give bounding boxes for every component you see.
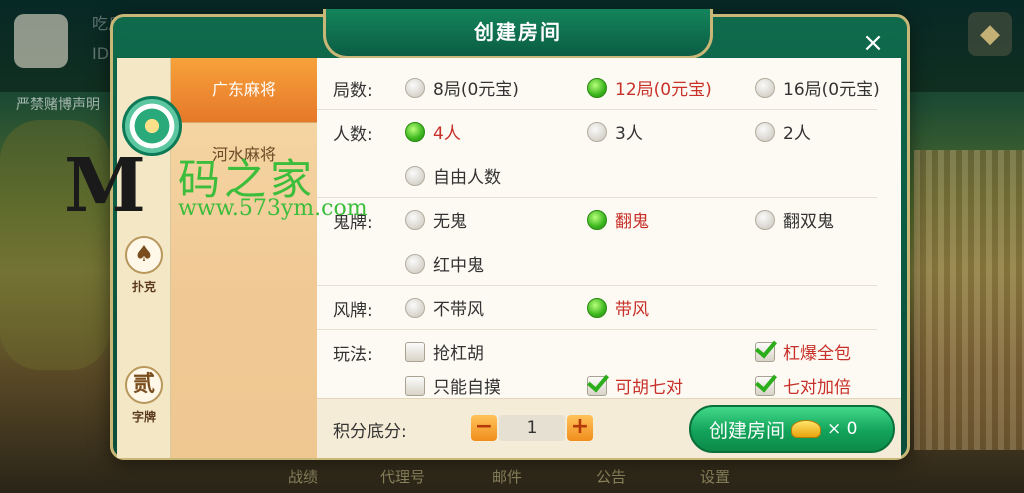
background-tree: [0, 120, 110, 370]
score-value: 1: [499, 415, 565, 441]
mahjong-icon[interactable]: [122, 96, 182, 156]
option-free-players[interactable]: 自由人数: [405, 163, 501, 188]
bottom-nav-agent[interactable]: 代理号: [380, 466, 425, 487]
radio-icon: [405, 209, 425, 230]
background-railing: [914, 150, 1024, 450]
option-12-rounds[interactable]: 12局(0元宝): [587, 75, 712, 100]
option-seven-pairs-double[interactable]: 七对加倍: [755, 373, 851, 398]
game-type-guangdong[interactable]: 广东麻将: [171, 58, 317, 122]
gold-ingot-icon: [791, 420, 822, 438]
radio-selected-icon: [587, 77, 607, 98]
checkbox-icon: [405, 375, 425, 396]
radio-selected-icon: [587, 297, 607, 318]
option-no-wind[interactable]: 不带风: [405, 295, 484, 320]
player-avatar[interactable]: [14, 14, 68, 68]
checkbox-checked-icon: [755, 375, 775, 396]
category-poker[interactable]: ♠ 扑克: [117, 236, 171, 295]
minus-button[interactable]: −: [471, 415, 497, 441]
game-type-heshui[interactable]: 河水麻将: [171, 123, 317, 187]
radio-selected-icon: [587, 209, 607, 230]
radio-icon: [755, 77, 775, 98]
checkbox-checked-icon: [755, 341, 775, 362]
option-16-rounds[interactable]: 16局(0元宝): [755, 75, 880, 100]
radio-selected-icon: [405, 121, 425, 142]
option-red-ghost[interactable]: 红中鬼: [405, 251, 484, 276]
option-3-players[interactable]: 3人: [587, 119, 643, 144]
notice-text: 严禁赌博声明: [16, 97, 100, 113]
radio-icon: [755, 121, 775, 142]
rule-row-ghost-extra: 红中鬼: [317, 242, 877, 286]
radio-icon: [587, 121, 607, 142]
dialog-panel: ♠ 扑克 贰 字牌 广东麻将 河水麻将 局数: 8局(0元宝) 12局(0元宝)…: [117, 58, 901, 458]
wind-label: 风牌:: [333, 301, 373, 321]
players-label: 人数:: [333, 125, 373, 145]
dialog-title: 创建房间: [323, 9, 713, 59]
bottom-nav-settings[interactable]: 设置: [700, 466, 730, 487]
game-type-list: 广东麻将 河水麻将: [171, 58, 317, 458]
option-4-players[interactable]: 4人: [405, 119, 461, 144]
create-room-button[interactable]: 创建房间 × 0: [689, 405, 895, 453]
option-seven-pairs[interactable]: 可胡七对: [587, 373, 683, 398]
create-room-footer: 积分底分: − 1 + 创建房间 × 0: [317, 398, 901, 458]
radio-icon: [405, 165, 425, 186]
category-poker-label: 扑克: [131, 280, 156, 294]
option-8-rounds[interactable]: 8局(0元宝): [405, 75, 519, 100]
category-zipai-label: 字牌: [131, 410, 156, 424]
option-kong-bao[interactable]: 杠爆全包: [755, 339, 851, 364]
menu-diamond-icon[interactable]: ◆: [968, 12, 1012, 56]
radio-icon: [405, 77, 425, 98]
score-stepper: − 1 +: [471, 415, 593, 441]
option-with-wind[interactable]: 带风: [587, 295, 649, 320]
option-flip-ghost[interactable]: 翻鬼: [587, 207, 649, 232]
option-2-players[interactable]: 2人: [755, 119, 811, 144]
zi-icon: 贰: [125, 366, 163, 404]
rule-row-players-extra: 自由人数: [317, 154, 877, 198]
spade-icon: ♠: [125, 236, 163, 274]
option-double-ghost[interactable]: 翻双鬼: [755, 207, 834, 232]
category-zipai[interactable]: 贰 字牌: [117, 366, 171, 425]
score-label: 积分底分:: [333, 422, 407, 442]
radio-icon: [405, 297, 425, 318]
room-cost: × 0: [827, 419, 858, 439]
option-self-draw-only[interactable]: 只能自摸: [405, 373, 501, 398]
bottom-nav-mail[interactable]: 邮件: [492, 466, 522, 487]
rule-row-wind: 风牌: 不带风 带风: [317, 286, 877, 330]
rule-row-ghost: 鬼牌: 无鬼 翻鬼 翻双鬼: [317, 198, 877, 242]
rule-row-players: 人数: 4人 3人 2人: [317, 110, 877, 154]
ghost-label: 鬼牌:: [333, 213, 373, 233]
play-label: 玩法:: [333, 345, 373, 365]
rules-list: 局数: 8局(0元宝) 12局(0元宝) 16局(0元宝) 人数: 4人 3人 …: [317, 58, 901, 398]
radio-icon: [405, 253, 425, 274]
checkbox-checked-icon: [587, 375, 607, 396]
plus-button[interactable]: +: [567, 415, 593, 441]
checkbox-icon: [405, 341, 425, 362]
option-no-ghost[interactable]: 无鬼: [405, 207, 467, 232]
bottom-nav-notice[interactable]: 公告: [596, 466, 626, 487]
option-rob-kong[interactable]: 抢杠胡: [405, 339, 484, 364]
rule-row-rounds: 局数: 8局(0元宝) 12局(0元宝) 16局(0元宝): [317, 66, 880, 110]
radio-icon: [755, 209, 775, 230]
bottom-nav-record[interactable]: 战绩: [288, 466, 318, 487]
player-id: ID: [92, 44, 110, 63]
create-room-label: 创建房间: [709, 419, 786, 442]
rounds-label: 局数:: [333, 81, 373, 101]
close-icon[interactable]: ×: [856, 26, 890, 60]
